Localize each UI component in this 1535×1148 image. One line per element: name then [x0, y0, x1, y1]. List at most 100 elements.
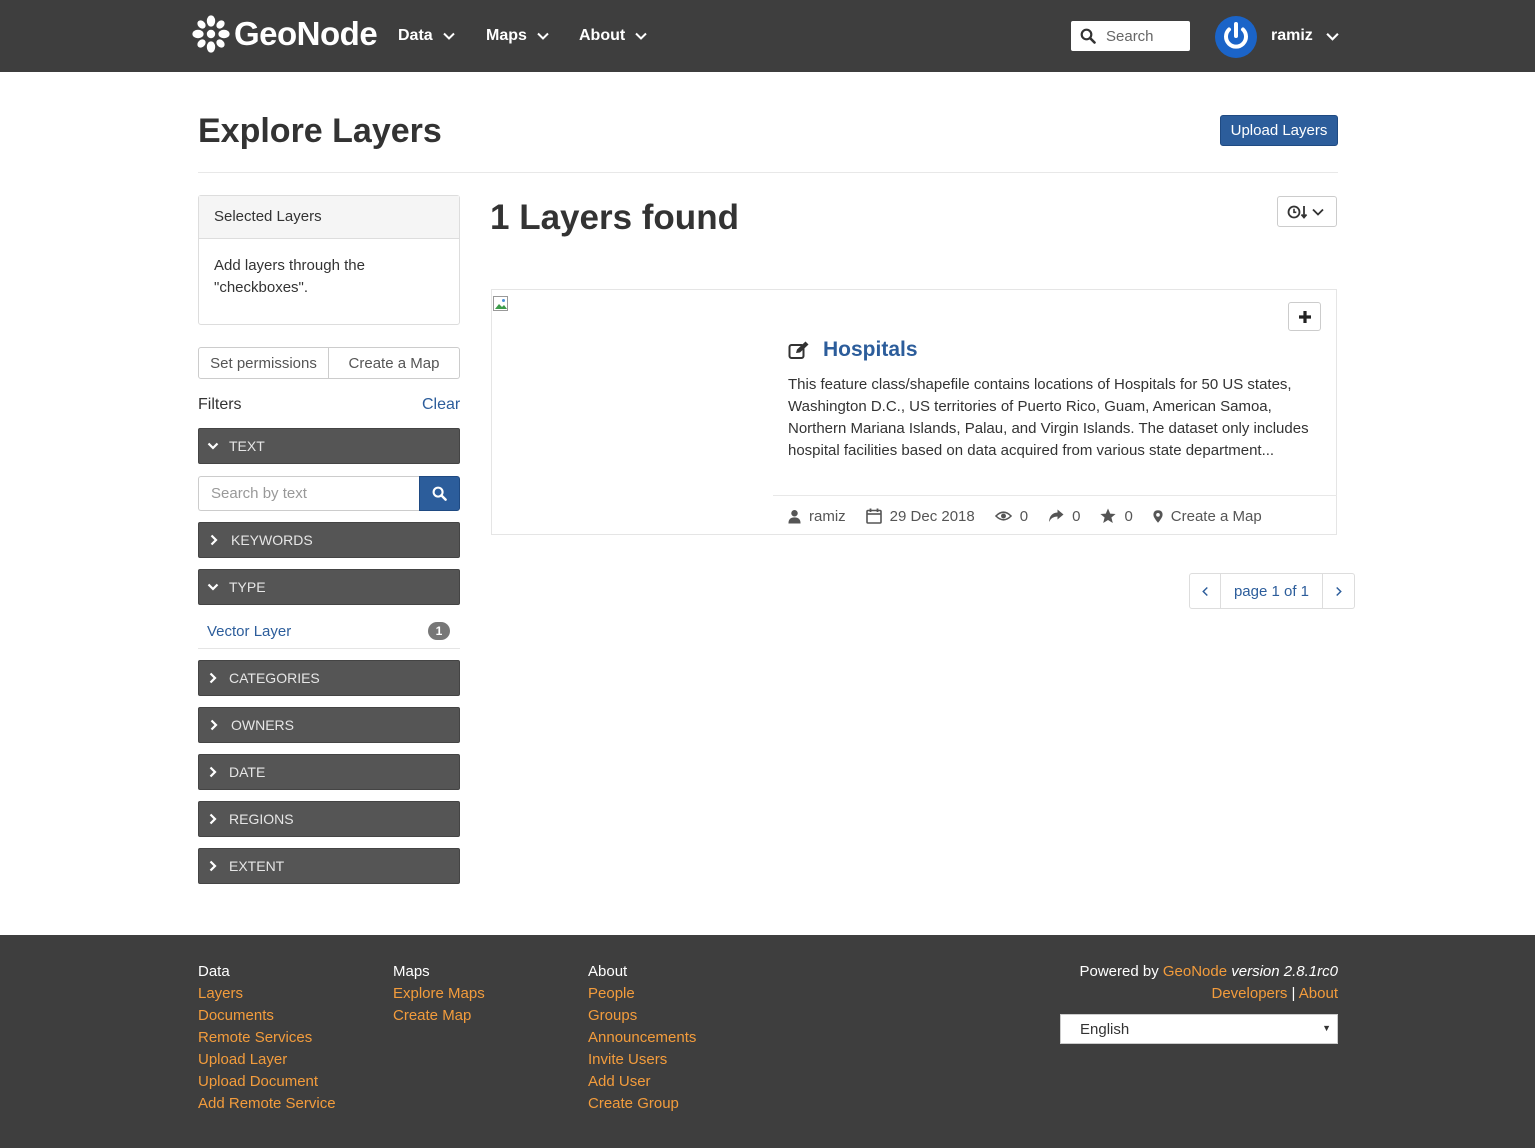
footer-link-remote-services[interactable]: Remote Services — [198, 1027, 336, 1049]
type-option-label[interactable]: Vector Layer — [207, 623, 291, 640]
type-option-vector-layer[interactable]: Vector Layer 1 — [198, 614, 460, 649]
layer-create-map-label: Create a Map — [1170, 507, 1262, 525]
type-count-badge: 1 — [428, 622, 450, 640]
footer-link-explore-maps[interactable]: Explore Maps — [393, 983, 485, 1005]
footer-separator: | — [1291, 985, 1296, 1002]
filters-label: Filters — [198, 396, 242, 413]
layer-create-map-link[interactable]: Create a Map — [1153, 508, 1262, 525]
geonode-link[interactable]: GeoNode — [1163, 963, 1227, 980]
broken-image-icon[interactable] — [492, 295, 510, 313]
brand-logo[interactable]: GeoNode — [191, 12, 378, 56]
powered-by: Powered by GeoNode version 2.8.1rc0 Deve… — [1079, 961, 1338, 1005]
selected-layers-panel: Selected Layers Add layers through the "… — [198, 195, 460, 325]
pagination: page 1 of 1 — [1189, 573, 1355, 609]
footer-about-link[interactable]: About — [1299, 985, 1338, 1002]
chevron-right-icon — [209, 672, 217, 684]
chevron-left-icon — [1201, 586, 1208, 596]
pagination-page-label[interactable]: page 1 of 1 — [1221, 573, 1323, 609]
footer-about-column: About People Groups Announcements Invite… — [588, 961, 696, 1115]
filter-regions-label: REGIONS — [229, 811, 294, 827]
footer-maps-column: Maps Explore Maps Create Map — [393, 961, 485, 1027]
upload-layers-button[interactable]: Upload Layers — [1220, 115, 1338, 146]
add-to-selection-button[interactable] — [1288, 302, 1321, 331]
sort-dropdown[interactable] — [1277, 196, 1337, 227]
footer-link-invite-users[interactable]: Invite Users — [588, 1049, 696, 1071]
filter-text-toggle[interactable]: TEXT — [198, 428, 460, 464]
footer-data-heading: Data — [198, 963, 230, 980]
nav-about-label: About — [579, 27, 626, 44]
calendar-icon — [865, 508, 882, 524]
filter-regions-toggle[interactable]: REGIONS — [198, 801, 460, 837]
eye-icon — [994, 511, 1012, 521]
create-map-button[interactable]: Create a Map — [329, 347, 460, 379]
filter-keywords-toggle[interactable]: KEYWORDS — [198, 522, 460, 558]
layer-views-count: 0 — [1019, 507, 1029, 525]
results-count-title: 1 Layers found — [490, 198, 739, 237]
clear-filters-link[interactable]: Clear — [422, 396, 460, 414]
footer-link-create-group[interactable]: Create Group — [588, 1093, 696, 1115]
footer-link-groups[interactable]: Groups — [588, 1005, 696, 1027]
user-icon — [788, 509, 801, 523]
user-avatar[interactable] — [1215, 16, 1257, 58]
layer-views: 0 — [994, 507, 1029, 525]
footer-link-announcements[interactable]: Announcements — [588, 1027, 696, 1049]
filter-type-toggle[interactable]: TYPE — [198, 569, 460, 605]
footer-link-people[interactable]: People — [588, 983, 696, 1005]
layer-date: 29 Dec 2018 — [865, 507, 975, 525]
chevron-down-icon — [207, 583, 219, 591]
chevron-down-icon — [635, 32, 647, 40]
layer-date-text: 29 Dec 2018 — [889, 507, 975, 525]
developers-link[interactable]: Developers — [1212, 985, 1288, 1002]
filter-date-toggle[interactable]: DATE — [198, 754, 460, 790]
edit-icon[interactable] — [788, 340, 810, 360]
filter-owners-toggle[interactable]: OWNERS — [198, 707, 460, 743]
footer-link-upload-layer[interactable]: Upload Layer — [198, 1049, 336, 1071]
top-navbar: GeoNode Data Maps About ramiz — [0, 0, 1535, 72]
card-divider — [773, 495, 1337, 496]
footer-link-upload-document[interactable]: Upload Document — [198, 1071, 336, 1093]
set-permissions-button[interactable]: Set permissions — [198, 347, 329, 379]
version-text: version 2.8.1rc0 — [1231, 963, 1338, 980]
chevron-right-icon — [210, 534, 218, 546]
chevron-right-icon — [209, 766, 217, 778]
pagination-next-button[interactable] — [1323, 573, 1355, 609]
search-by-text-input[interactable] — [198, 476, 419, 511]
search-icon — [432, 486, 447, 501]
nav-search-input[interactable] — [1106, 27, 1186, 45]
language-select[interactable]: English ▼ — [1060, 1014, 1338, 1044]
footer-link-add-remote-service[interactable]: Add Remote Service — [198, 1093, 336, 1115]
clock-sort-icon — [1287, 205, 1324, 219]
filter-categories-toggle[interactable]: CATEGORIES — [198, 660, 460, 696]
layer-meta-row: ramiz 29 Dec 2018 0 0 0 Create a Map — [788, 505, 1282, 527]
nav-data-label: Data — [398, 27, 433, 44]
geonode-flower-icon — [192, 15, 230, 53]
pagination-prev-button[interactable] — [1189, 573, 1221, 609]
nav-search-box[interactable] — [1071, 21, 1190, 51]
share-icon — [1049, 509, 1064, 522]
brand-name: GeoNode — [234, 15, 378, 52]
filter-extent-toggle[interactable]: EXTENT — [198, 848, 460, 884]
chevron-down-icon — [442, 32, 455, 40]
nav-data-menu[interactable]: Data — [398, 24, 455, 48]
user-menu[interactable]: ramiz — [1271, 24, 1339, 48]
layer-owner[interactable]: ramiz — [788, 508, 846, 525]
layer-abstract: This feature class/shapefile contains lo… — [788, 376, 1309, 459]
text-search-group — [198, 476, 460, 511]
search-icon — [1080, 28, 1096, 44]
nav-maps-menu[interactable]: Maps — [486, 24, 549, 48]
footer-link-create-map[interactable]: Create Map — [393, 1005, 485, 1027]
username-label: ramiz — [1271, 27, 1313, 44]
filter-categories-label: CATEGORIES — [229, 670, 320, 686]
footer-link-documents[interactable]: Documents — [198, 1005, 336, 1027]
layer-title-link[interactable]: Hospitals — [823, 338, 918, 362]
chevron-right-icon — [210, 719, 218, 731]
chevron-right-icon — [209, 813, 217, 825]
footer-link-layers[interactable]: Layers — [198, 983, 336, 1005]
chevron-down-icon — [1326, 32, 1339, 41]
chevron-right-icon — [1336, 586, 1342, 596]
nav-about-menu[interactable]: About — [579, 24, 647, 48]
footer-link-add-user[interactable]: Add User — [588, 1071, 696, 1093]
text-search-button[interactable] — [419, 476, 460, 511]
filter-keywords-label: KEYWORDS — [231, 532, 313, 548]
star-icon — [1100, 508, 1117, 523]
